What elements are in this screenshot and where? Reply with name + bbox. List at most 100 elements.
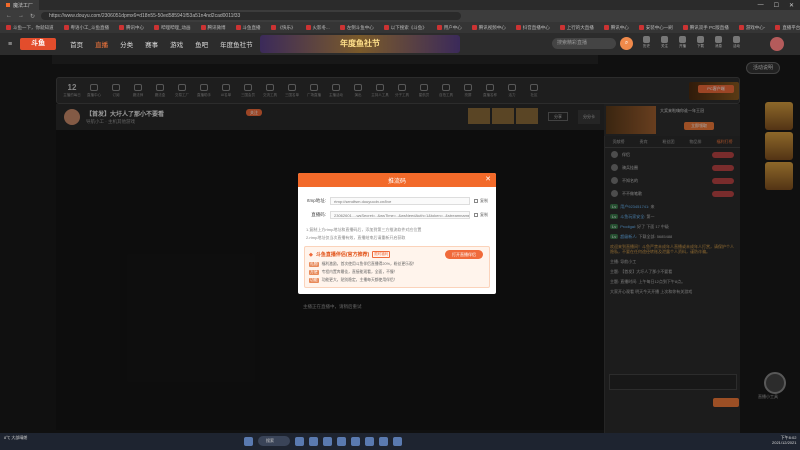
site-header: ≡ 斗鱼 首页 直播 分类 赛事 游戏 鱼吧 年度鱼社节 年度鱼社节 搜索精彩直播 ⌕ 历史…	[0, 33, 800, 55]
header-action-icon	[697, 36, 704, 43]
menu-icon[interactable]: ≡	[8, 41, 12, 48]
bookmark-label: 安装中心一刷	[645, 24, 673, 30]
reload-icon[interactable]: ↻	[30, 13, 35, 20]
bookmark-label: 以下搜索《斗鱼》	[390, 24, 427, 30]
bookmark-favicon-icon	[682, 25, 688, 30]
clock[interactable]: 下午8:02 2021/12/2021	[772, 435, 796, 445]
back-icon[interactable]: ←	[6, 13, 12, 19]
taskbar-search[interactable]: 搜索	[258, 436, 290, 446]
header-action[interactable]: 关注	[658, 36, 671, 49]
nav-item[interactable]: 赛事	[145, 39, 158, 49]
header-action[interactable]: 活动	[730, 36, 743, 49]
bookmark-favicon-icon	[235, 25, 241, 30]
close-icon[interactable]: ✕	[789, 2, 794, 9]
browser-titlebar: 魔法工厂 — ☐ ✕	[0, 0, 800, 10]
bookmark-item[interactable]: 上行的大直播	[559, 25, 594, 31]
bookmark-favicon-icon	[638, 25, 644, 30]
app-icon[interactable]	[351, 436, 360, 446]
nav-item[interactable]: 游戏	[170, 39, 183, 49]
header-action-label: 关注	[661, 44, 668, 48]
promo-title: 斗鱼直播伴侣(官方推荐)	[315, 252, 370, 258]
app-icon[interactable]	[365, 436, 374, 446]
bookmark-item[interactable]: 以下搜索《斗鱼》	[383, 24, 427, 31]
bookmarks-bar: 斗鱼一下，你就知道 粤语小工_斗鱼直播 腾讯中心 哔哩哔哩_动画 腾讯微博 斗鱼直播 《快乐…	[0, 22, 800, 33]
open-companion-button[interactable]: 打开直播伴侣	[445, 250, 483, 259]
bookmark-favicon-icon	[515, 25, 521, 30]
copy-code-button[interactable]: 复制	[474, 212, 488, 218]
stream-key-dialog: 推流码 ✕ rtmp地址: rtmp://sendfsm.douyucdn.cn…	[298, 173, 496, 294]
bookmark-item[interactable]: 安装中心一刷	[638, 24, 673, 31]
forward-icon[interactable]: →	[18, 13, 24, 19]
bookmark-item[interactable]: 腾讯视频中心	[471, 25, 506, 31]
user-avatar[interactable]	[770, 37, 784, 51]
app-icon[interactable]	[323, 436, 332, 446]
bookmark-item[interactable]: 用户中心	[436, 24, 462, 31]
bookmark-favicon-icon	[270, 25, 276, 30]
bookmark-favicon-icon	[471, 25, 477, 30]
rtmp-row: rtmp地址: rtmp://sendfsm.douyucdn.cn/live …	[306, 197, 488, 205]
nav-item[interactable]: 鱼吧	[195, 39, 208, 49]
bookmark-item[interactable]: 腾讯双手 PC版直播	[682, 24, 729, 31]
bookmark-item[interactable]: 斗鱼直播	[235, 25, 261, 31]
close-icon[interactable]: ✕	[485, 175, 491, 183]
rtmp-label: rtmp地址:	[306, 198, 326, 203]
search-input[interactable]: 搜索精彩直播	[552, 38, 616, 49]
app-icon[interactable]	[393, 436, 402, 446]
header-action-label: 开播	[679, 44, 686, 48]
tip-1: 1.复制上方rtmp地址和直播码后，添加到第三方推流软件对应位置	[306, 227, 422, 232]
maximize-icon[interactable]: ☐	[774, 2, 779, 9]
bookmark-item[interactable]: 腾讯微博	[200, 25, 226, 31]
rtmp-field[interactable]: rtmp://sendfsm.douyucdn.cn/live	[330, 197, 470, 205]
window-controls: — ☐ ✕	[758, 2, 800, 9]
bookmark-favicon-icon	[559, 25, 565, 30]
event-banner[interactable]: 年度鱼社节	[260, 35, 460, 53]
url-field[interactable]: https://www.douyu.com/2306051dpmx6=d18n5…	[41, 12, 462, 20]
app-icon[interactable]	[309, 436, 318, 446]
bookmark-label: 用户中心	[443, 24, 462, 30]
bookmark-item[interactable]: 游戏中心-	[738, 25, 765, 31]
bookmark-item[interactable]: 腾讯中心	[603, 25, 629, 31]
nav-item[interactable]: 直播	[95, 39, 108, 49]
header-action[interactable]: 下载	[694, 36, 707, 49]
promo-line-tag: 功能	[309, 278, 319, 283]
bookmark-item[interactable]: 腾讯中心	[119, 25, 144, 31]
bookmark-label: 斗鱼一下，你就知道	[13, 24, 54, 30]
header-action[interactable]: 历史	[640, 36, 653, 49]
header-action[interactable]: 开播	[676, 36, 689, 49]
tip-2: 2.rtmp地址仅当次直播有效，直播结束后请重新开启获取	[306, 235, 406, 240]
minimize-icon[interactable]: —	[758, 2, 764, 9]
douyu-logo[interactable]: 斗鱼	[20, 38, 57, 50]
clock-date: 2021/12/2021	[772, 440, 797, 445]
copy-label: 复制	[480, 198, 488, 203]
app-icon[interactable]	[337, 436, 346, 446]
code-field[interactable]: 23062601...-wsSecret=..&wsTime=..&wsNeed…	[330, 211, 470, 219]
start-icon[interactable]	[244, 436, 253, 446]
header-action-icon	[733, 36, 740, 43]
copy-icon	[474, 213, 478, 217]
weather-widget[interactable]: 8℃ 大部晴朗	[4, 435, 27, 440]
nav-item[interactable]: 首页	[70, 39, 83, 49]
bookmark-item[interactable]: 斗鱼一下，你就知道	[6, 25, 54, 31]
bookmark-label: 腾讯双手 PC版直播	[689, 24, 729, 30]
bookmark-item[interactable]: 左侧斗鱼中心	[339, 25, 374, 31]
bookmark-item[interactable]: 直播平台	[775, 25, 800, 31]
browser-tab[interactable]: 魔法工厂	[0, 0, 40, 10]
copy-rtmp-button[interactable]: 复制	[474, 198, 488, 204]
main-menu: 首页 直播 分类 赛事 游戏 鱼吧 年度鱼社节	[70, 39, 253, 49]
bookmark-item[interactable]: 抖音直播中心	[515, 25, 550, 31]
bookmark-item[interactable]: 火影冬...	[305, 25, 330, 31]
bookmark-favicon-icon	[63, 25, 69, 30]
bookmark-item[interactable]: 粤语小工_斗鱼直播	[63, 25, 109, 31]
tab-title: 魔法工厂	[13, 2, 34, 9]
app-icon[interactable]	[379, 436, 388, 446]
bookmark-item[interactable]: 哔哩哔哩_动画	[154, 25, 191, 31]
companion-icon: ◆	[309, 251, 313, 258]
header-action[interactable]: 消息	[712, 36, 725, 49]
header-action-label: 历史	[643, 44, 650, 48]
copy-icon	[474, 199, 478, 203]
bookmark-item[interactable]: 《快乐》	[270, 25, 296, 31]
nav-item[interactable]: 分类	[120, 39, 133, 49]
search-icon[interactable]: ⌕	[620, 37, 633, 50]
app-icon[interactable]	[295, 436, 304, 446]
nav-item[interactable]: 年度鱼社节	[220, 39, 253, 49]
